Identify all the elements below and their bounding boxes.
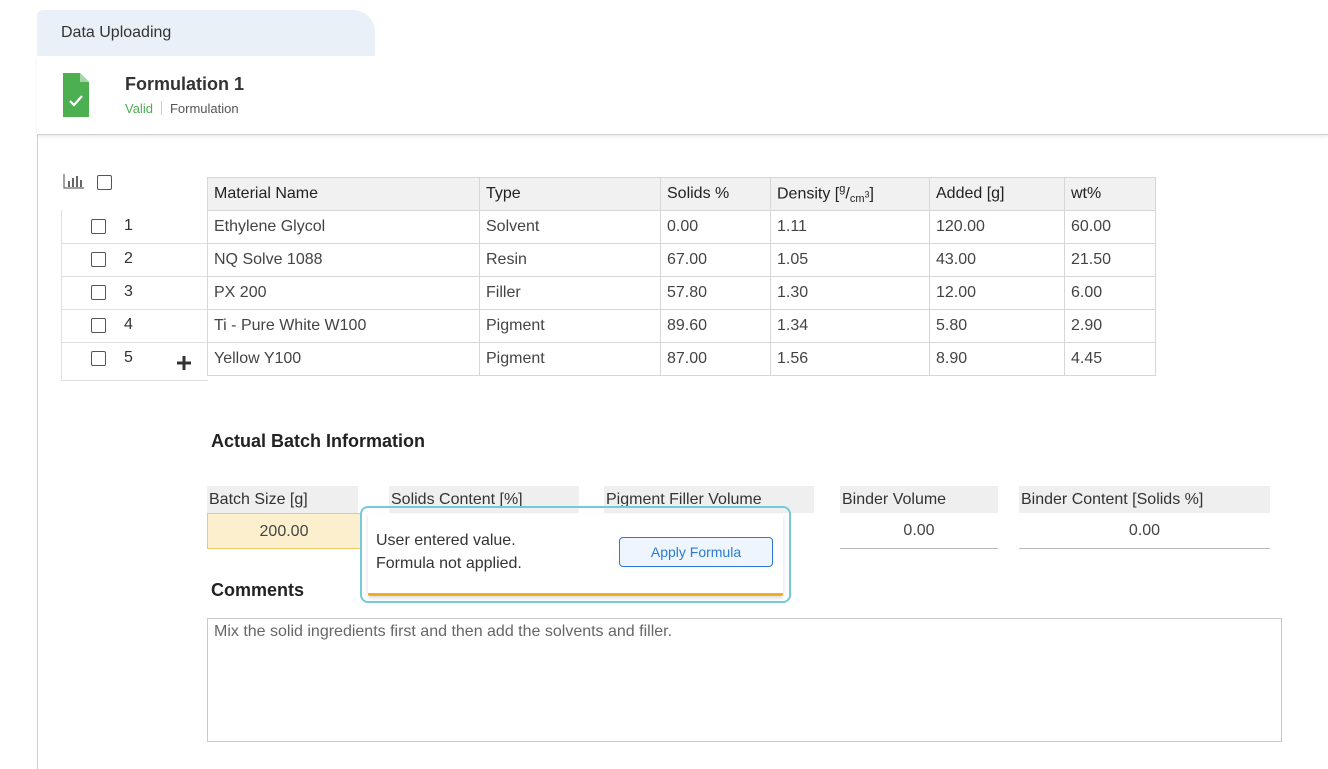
- tooltip-body: User entered value. Formula not applied.…: [368, 514, 783, 596]
- added-cell[interactable]: 120.00: [929, 210, 1065, 244]
- density-unit-num: g: [839, 182, 846, 195]
- batch-size-label: Batch Size [g]: [207, 486, 358, 513]
- row-number: 4: [124, 316, 133, 333]
- material-type: Pigment: [479, 342, 661, 376]
- density-cell: 1.34: [770, 309, 930, 343]
- column-header-material: Material Name: [207, 177, 480, 211]
- select-all-checkbox[interactable]: [97, 175, 112, 190]
- row-checkbox-2[interactable]: [91, 252, 106, 267]
- comments-title: Comments: [211, 580, 305, 600]
- tooltip-line-2: Formula not applied.: [376, 555, 522, 572]
- density-cell: 1.30: [770, 276, 930, 310]
- divider: [61, 276, 207, 277]
- divider: [61, 342, 207, 343]
- material-type: Solvent: [479, 210, 661, 244]
- column-header-wt: wt%: [1064, 177, 1156, 211]
- material-type: Resin: [479, 243, 661, 277]
- wt-cell: 21.50: [1064, 243, 1156, 277]
- density-cell: 1.05: [770, 243, 930, 277]
- row-checkbox-4[interactable]: [91, 318, 106, 333]
- table-row: NQ Solve 1088 Resin 67.00 1.05 43.00 21.…: [207, 243, 1156, 277]
- solids-cell: 87.00: [660, 342, 771, 376]
- formulation-type: Formulation: [169, 101, 239, 116]
- material-link[interactable]: PX 200: [207, 276, 480, 310]
- row-checkbox-3[interactable]: [91, 285, 106, 300]
- row-number: 3: [124, 283, 133, 300]
- batch-section-title: Actual Batch Information: [211, 431, 426, 451]
- added-cell[interactable]: 8.90: [929, 342, 1065, 376]
- table-row: Ti - Pure White W100 Pigment 89.60 1.34 …: [207, 309, 1156, 343]
- column-header-density: Density [g/cm3]: [770, 177, 930, 211]
- material-link[interactable]: Ethylene Glycol: [207, 210, 480, 244]
- row-number: 1: [124, 217, 133, 234]
- column-header-density-label: Density: [777, 185, 831, 203]
- comments-textarea[interactable]: Mix the solid ingredients first and then…: [207, 618, 1282, 742]
- column-header-added: Added [g]: [929, 177, 1065, 211]
- divider: [61, 309, 207, 310]
- table-row: PX 200 Filler 57.80 1.30 12.00 6.00: [207, 276, 1156, 310]
- material-type: Pigment: [479, 309, 661, 343]
- bar-chart-icon[interactable]: [63, 173, 85, 189]
- page-title: Formulation 1: [125, 74, 245, 94]
- wt-cell: 2.90: [1064, 309, 1156, 343]
- wt-cell: 6.00: [1064, 276, 1156, 310]
- binder-volume-label: Binder Volume: [840, 486, 998, 513]
- solids-cell: 0.00: [660, 210, 771, 244]
- material-link[interactable]: Ti - Pure White W100: [207, 309, 480, 343]
- density-unit-den: cm: [849, 193, 865, 206]
- row-number: 5: [124, 349, 133, 366]
- density-cell: 1.56: [770, 342, 930, 376]
- solids-cell: 67.00: [660, 243, 771, 277]
- status-line: Valid Formulation: [125, 101, 239, 116]
- binder-volume-field[interactable]: 0.00: [840, 513, 998, 549]
- add-row-icon[interactable]: [176, 355, 192, 371]
- solids-cell: 89.60: [660, 309, 771, 343]
- divider: [160, 101, 162, 115]
- tab-data-uploading[interactable]: Data Uploading: [37, 10, 375, 56]
- row-number: 2: [124, 250, 133, 267]
- status-badge: Valid: [125, 101, 153, 116]
- row-checkbox-5[interactable]: [91, 351, 106, 366]
- wt-cell: 4.45: [1064, 342, 1156, 376]
- added-cell[interactable]: 12.00: [929, 276, 1065, 310]
- materials-table: Material Name Type Solids % Density [g/c…: [207, 177, 1156, 376]
- added-cell[interactable]: 43.00: [929, 243, 1065, 277]
- row-checkbox-1[interactable]: [91, 219, 106, 234]
- column-header-solids: Solids %: [660, 177, 771, 211]
- divider: [61, 243, 207, 244]
- table-row: Yellow Y100 Pigment 87.00 1.56 8.90 4.45: [207, 342, 1156, 376]
- tooltip-line-1: User entered value.: [376, 532, 516, 549]
- binder-content-field[interactable]: 0.00: [1019, 513, 1270, 549]
- file-check-icon: [63, 73, 89, 117]
- material-link[interactable]: Yellow Y100: [207, 342, 480, 376]
- material-type: Filler: [479, 276, 661, 310]
- binder-content-label: Binder Content [Solids %]: [1019, 486, 1270, 513]
- wt-cell: 60.00: [1064, 210, 1156, 244]
- solids-cell: 57.80: [660, 276, 771, 310]
- tooltip-message: User entered value. Formula not applied.: [376, 529, 522, 575]
- batch-size-input[interactable]: 200.00: [207, 513, 361, 549]
- table-header-row: Material Name Type Solids % Density [g/c…: [207, 177, 1156, 211]
- column-header-type: Type: [479, 177, 661, 211]
- density-cell: 1.11: [770, 210, 930, 244]
- apply-formula-button[interactable]: Apply Formula: [619, 537, 773, 567]
- material-link[interactable]: NQ Solve 1088: [207, 243, 480, 277]
- density-unit-exp: 3: [864, 189, 870, 200]
- added-cell[interactable]: 5.80: [929, 309, 1065, 343]
- table-row: Ethylene Glycol Solvent 0.00 1.11 120.00…: [207, 210, 1156, 244]
- formula-tooltip: User entered value. Formula not applied.…: [360, 506, 791, 603]
- formulation-header: Formulation 1 Valid Formulation: [37, 56, 1328, 135]
